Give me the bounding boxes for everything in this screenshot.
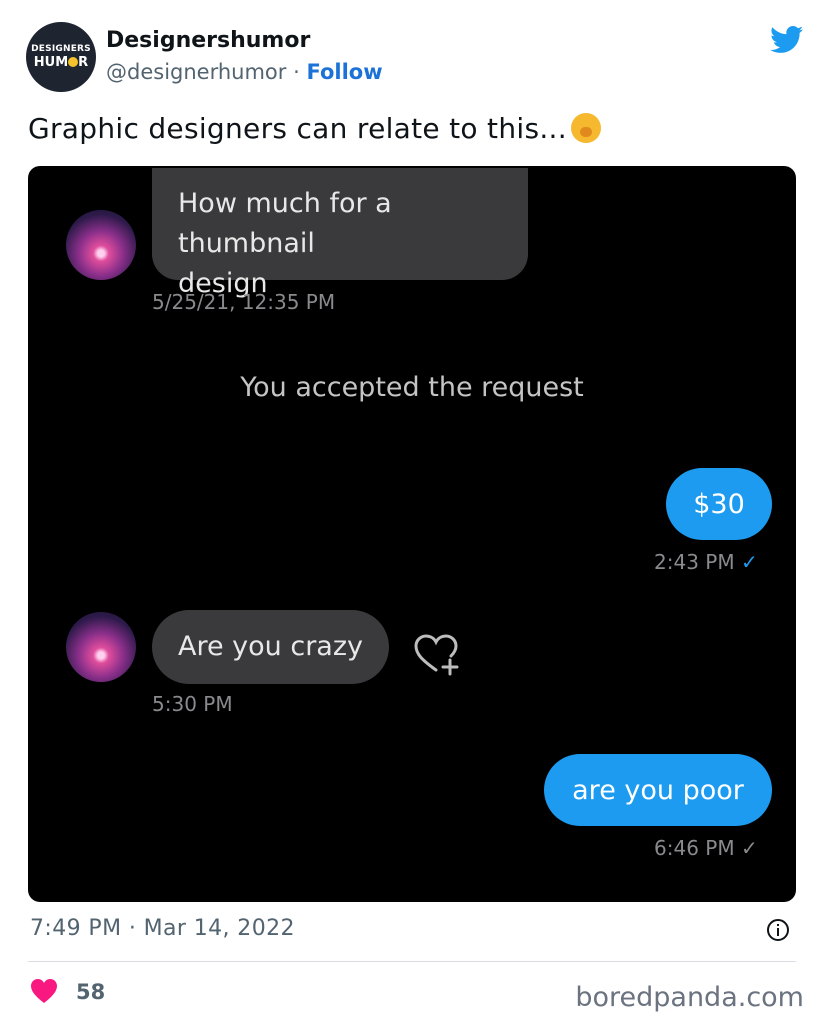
avatar-text-line2: HUM R — [33, 55, 89, 70]
tweet-timestamp[interactable]: 7:49 PM · Mar 14, 2022 — [30, 916, 295, 941]
heart-react-icon[interactable] — [412, 632, 460, 676]
message-bubble-incoming: How much for a thumbnail design — [152, 168, 528, 299]
author-avatar[interactable]: DESIGNERS HUM R — [26, 22, 96, 92]
like-count: 58 — [76, 980, 106, 1004]
twitter-bird-icon[interactable] — [770, 26, 804, 54]
message-time: 5:30 PM — [152, 692, 233, 716]
author-name[interactable]: Designershumor — [106, 28, 310, 53]
tweet-text: Graphic designers can relate to this... — [28, 112, 601, 145]
message-text: Are you crazy — [178, 631, 364, 662]
sender-avatar — [66, 612, 136, 682]
message-text: $30 — [693, 488, 745, 520]
yawning-face-icon — [570, 113, 601, 143]
message-bubble-incoming: Are you crazy — [152, 610, 390, 684]
info-icon[interactable] — [766, 918, 790, 942]
message-text-line1: How much for a thumbnail — [178, 188, 392, 259]
tweet-header: DESIGNERS HUM R Designershumor @designerh… — [26, 22, 806, 94]
message-time: 2:43 PM — [654, 550, 735, 574]
handle-row: @designerhumor · Follow — [106, 60, 383, 84]
emoji-face-icon — [68, 57, 79, 67]
message-time-row: 2:43 PM ✓ — [654, 550, 758, 574]
message-time: 5/25/21, 12:35 PM — [152, 290, 336, 314]
dm-screenshot[interactable]: How much for a thumbnail design 5/25/21,… — [28, 166, 796, 902]
divider — [28, 961, 796, 962]
tweet-text-content: Graphic designers can relate to this... — [28, 112, 567, 145]
message-text: are you poor — [572, 774, 744, 806]
message-time-row: 6:46 PM ✓ — [654, 836, 758, 860]
avatar-text-line1: DESIGNERS — [31, 44, 91, 54]
author-handle[interactable]: @designerhumor — [106, 60, 286, 84]
sender-avatar — [66, 210, 136, 280]
sent-check-icon: ✓ — [740, 836, 758, 860]
system-message: You accepted the request — [240, 372, 584, 403]
message-bubble-outgoing: are you poor — [544, 754, 772, 826]
source-watermark: boredpanda.com — [575, 982, 804, 1013]
read-check-icon: ✓ — [740, 550, 758, 574]
follow-button[interactable]: Follow — [306, 60, 382, 84]
heart-like-icon[interactable] — [30, 978, 58, 1004]
message-bubble-outgoing: $30 — [666, 468, 772, 540]
message-time: 6:46 PM — [654, 836, 735, 860]
separator: · — [293, 60, 300, 84]
